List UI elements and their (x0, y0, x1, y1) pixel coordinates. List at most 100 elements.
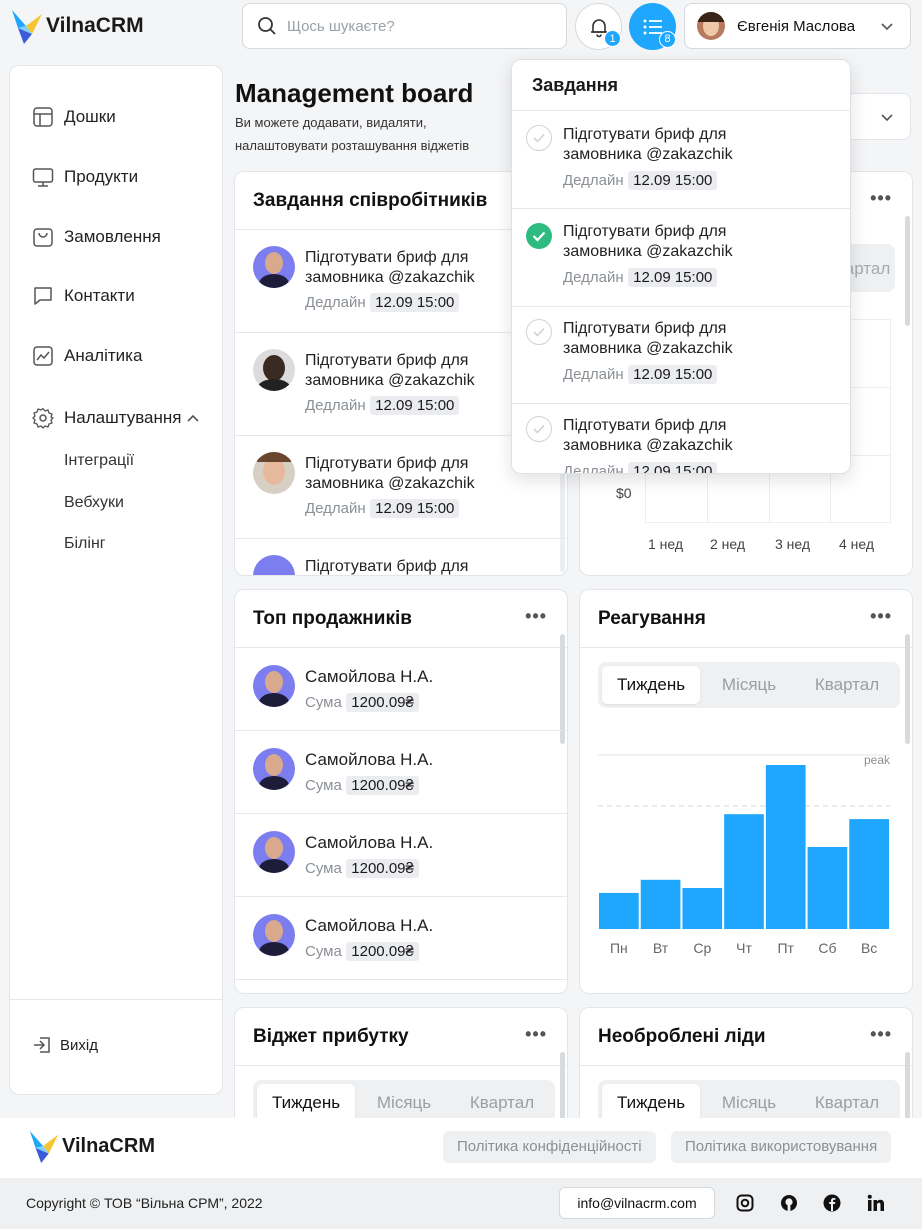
amount-label: Сума (305, 777, 342, 794)
tab-week[interactable]: Тиждень (602, 666, 700, 704)
bar-Сб[interactable] (807, 847, 848, 929)
user-menu[interactable]: Євгенія Маслова (684, 3, 911, 49)
scrollbar[interactable] (905, 634, 910, 744)
instagram-icon[interactable] (736, 1194, 754, 1212)
seller-item[interactable]: Самойлова Н.А. Сума 1200.09₴ (235, 731, 565, 814)
sidebar-item-analytics[interactable]: Аналітика (32, 345, 142, 367)
search-icon (258, 17, 276, 35)
avatar (253, 246, 295, 288)
sidebar-item-orders[interactable]: Замовлення (32, 226, 161, 248)
terms-of-use-link[interactable]: Політика використовування (671, 1131, 892, 1163)
deadline-date: 12.09 15:00 (628, 365, 718, 384)
check-circle-icon[interactable] (526, 416, 552, 442)
amount-label: Сума (305, 943, 342, 960)
divider (235, 979, 567, 980)
linkedin-icon[interactable] (867, 1194, 885, 1212)
check-circle-icon[interactable] (526, 125, 552, 151)
sidebar-subitem-webhooks[interactable]: Вебхуки (64, 494, 124, 512)
dropdown-task-item[interactable]: Підготувати бриф для замовника @zakazchi… (512, 307, 850, 404)
x-tick-label: 2 нед (710, 536, 746, 552)
user-avatar (697, 12, 725, 40)
github-icon[interactable] (780, 1194, 798, 1212)
bar-Пн[interactable] (599, 892, 639, 929)
task-text-line1: Підготувати бриф для (563, 223, 727, 240)
task-item[interactable]: Підготувати бриф для (235, 539, 565, 575)
tab-week[interactable]: Тиждень (602, 1084, 700, 1122)
deadline-date: 12.09 15:00 (370, 293, 460, 312)
chevron-down-icon (881, 23, 893, 31)
bar-Ср[interactable] (682, 888, 723, 929)
email-link[interactable]: info@vilnacrm.com (559, 1187, 715, 1219)
sidebar-item-products[interactable]: Продукти (32, 166, 138, 188)
sidebar-item-label: Налаштування (64, 408, 182, 427)
deadline-date: 12.09 15:00 (628, 171, 718, 190)
period-tabs: Тиждень Місяць Квартал (598, 662, 900, 708)
amount-value: 1200.09₴ (346, 776, 419, 795)
check-circle-done-icon[interactable] (526, 223, 552, 249)
sidebar-item-label: Замовлення (64, 227, 161, 246)
sidebar-item-settings[interactable]: Налаштування (32, 407, 210, 429)
copyright: Copyright © ТОВ “Вільна СРМ”, 2022 (26, 1195, 263, 1211)
bag-icon (33, 228, 53, 247)
widget-title: Віджет прибутку (253, 1026, 409, 1047)
sidebar: Дошки Продукти Замовлення Контакти Аналі… (9, 65, 223, 1095)
bar-Вс[interactable] (849, 819, 889, 929)
sidebar-subitem-integrations[interactable]: Інтеграції (64, 452, 134, 470)
gear-icon (32, 407, 54, 429)
logout-icon (34, 1037, 50, 1053)
tab-quarter[interactable]: Квартал (453, 1084, 551, 1122)
tasks-button[interactable]: 8 (629, 3, 676, 50)
tab-month[interactable]: Місяць (700, 666, 798, 704)
seller-item[interactable]: Самойлова Н.А. Сума 1200.09₴ (235, 897, 565, 980)
deadline-label: Дедлайн (305, 397, 366, 414)
bar-Пт[interactable] (765, 765, 806, 929)
more-options-icon[interactable]: ••• (870, 606, 892, 627)
app-logo[interactable]: VilnaCRM (10, 6, 144, 46)
amount-value: 1200.09₴ (346, 942, 419, 961)
sidebar-item-contacts[interactable]: Контакти (32, 285, 135, 307)
facebook-icon[interactable] (823, 1194, 841, 1212)
seller-item[interactable]: Самойлова Н.А. Сума 1200.09₴ (235, 814, 565, 897)
privacy-policy-link[interactable]: Політика конфіденційності (443, 1131, 656, 1163)
more-options-icon[interactable]: ••• (525, 606, 547, 627)
sidebar-subitem-billing[interactable]: Білінг (64, 535, 106, 553)
scrollbar[interactable] (905, 216, 910, 326)
footer-bottom-bar: Copyright © ТОВ “Вільна СРМ”, 2022 info@… (0, 1178, 922, 1229)
app-name: VilnaCRM (46, 14, 144, 37)
task-text-line1: Підготувати бриф для (305, 249, 469, 266)
divider (235, 1065, 567, 1066)
check-circle-icon[interactable] (526, 319, 552, 345)
dropdown-task-item[interactable]: Підготувати бриф для замовника @zakazchi… (512, 209, 850, 306)
reaction-bar-chart: peak Пн Вт Ср Чт Пт Сб Вс (598, 753, 891, 956)
tab-month[interactable]: Місяць (700, 1084, 798, 1122)
task-text-line2: замовника @zakazchik (563, 437, 733, 454)
bar-Вт[interactable] (640, 879, 681, 929)
chart-icon (33, 346, 53, 366)
sidebar-item-boards[interactable]: Дошки (32, 106, 116, 128)
logout-button[interactable]: Вихід (32, 1035, 98, 1055)
tab-quarter[interactable]: Квартал (798, 666, 896, 704)
notifications-button[interactable]: 1 (575, 3, 622, 50)
footer-logo[interactable]: VilnaCRM (28, 1126, 155, 1166)
task-text-line2: замовника @zakazchik (563, 146, 733, 163)
deadline-label: Дедлайн (563, 366, 624, 383)
page-subtitle-line2: налаштовувати розташування віджетів (235, 138, 470, 153)
x-tick-label: 4 нед (839, 536, 875, 552)
more-options-icon[interactable]: ••• (870, 188, 892, 209)
task-text-line1: Підготувати бриф для (563, 320, 727, 337)
tab-week[interactable]: Тиждень (257, 1084, 355, 1122)
tab-quarter[interactable]: Квартал (798, 1084, 896, 1122)
dropdown-task-item[interactable]: Підготувати бриф для замовника @zakazchi… (512, 111, 850, 208)
search-input[interactable]: Щось шукаєте? (242, 3, 567, 49)
dropdown-title: Завдання (532, 75, 619, 95)
more-options-icon[interactable]: ••• (525, 1024, 547, 1045)
task-text-line1: Підготувати бриф для (305, 558, 469, 575)
more-options-icon[interactable]: ••• (870, 1024, 892, 1045)
dropdown-task-item[interactable]: Підготувати бриф для замовника @zakazchi… (512, 404, 850, 473)
avatar (253, 831, 295, 873)
seller-item[interactable]: Самойлова Н.А. Сума 1200.09₴ (235, 648, 565, 731)
sidebar-item-label: Аналітика (64, 346, 143, 365)
tab-month[interactable]: Місяць (355, 1084, 453, 1122)
amount-label: Сума (305, 694, 342, 711)
bar-Чт[interactable] (724, 814, 764, 929)
